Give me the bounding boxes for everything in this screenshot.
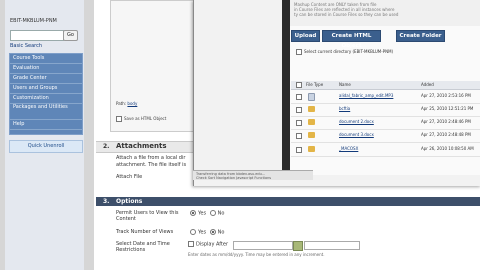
date-restrictions-label: Select Date and Time Restrictions xyxy=(116,241,170,253)
permit-view-no-radio[interactable] xyxy=(209,210,216,216)
select-all-checkbox[interactable] xyxy=(296,82,302,88)
menu-item-grade-center[interactable]: Grade Center xyxy=(10,74,82,84)
display-after-date-input[interactable] xyxy=(233,241,293,250)
status-text: Check Sort Navigation Javascript Functio… xyxy=(196,176,272,180)
create-html-object-button[interactable]: Create HTML Object xyxy=(322,30,381,49)
file-name-link[interactable]: document 2.docx xyxy=(339,119,374,124)
browser-status-bar: Transferring data from bbdev.asu.edu... … xyxy=(193,170,313,180)
menu-item-evaluation[interactable]: Evaluation xyxy=(10,64,82,74)
file-added-date: Apr 27, 2010 2:53:16 PM xyxy=(421,93,471,98)
menu-item-course-tools[interactable]: Course Tools xyxy=(10,54,82,64)
file-added-date: Apr 27, 2010 2:48:48 PM xyxy=(421,132,471,137)
no-label: No xyxy=(217,229,225,236)
save-html-object-label: Save as HTML Object xyxy=(124,116,167,121)
path-body-link[interactable]: body xyxy=(127,101,137,106)
editor-path: Path: body xyxy=(116,101,137,106)
file-row[interactable]: document 3.docx Apr 27, 2010 2:48:48 PM xyxy=(291,130,480,143)
create-folder-button[interactable]: Create Folder xyxy=(396,30,445,42)
permit-view-yes-radio[interactable] xyxy=(190,210,196,216)
column-name[interactable]: Name xyxy=(339,82,351,87)
file-row-checkbox[interactable] xyxy=(296,120,302,126)
file-browser-note: Mashup Content are ONLY taken from file … xyxy=(290,0,480,26)
course-id-label: EBIT-MKBLUM-PNM xyxy=(10,18,57,24)
yes-label: Yes xyxy=(198,229,207,236)
menu-item-customization[interactable]: Customization xyxy=(10,94,82,104)
file-row[interactable]: document 2.docx Apr 27, 2010 2:48:46 PM xyxy=(291,117,480,130)
select-current-directory[interactable]: Select current directory (EBIT-MKBLUM-PN… xyxy=(296,49,393,55)
file-row[interactable]: bcftia Apr 25, 2010 12:51:21 PM xyxy=(291,104,480,117)
file-name-link[interactable]: _MACOSX xyxy=(339,146,358,151)
select-current-directory-label: Select current directory (EBIT-MKBLUM-PN… xyxy=(304,49,394,54)
menu-item-help[interactable]: Help xyxy=(10,120,82,130)
display-after-option: Display After xyxy=(188,241,228,248)
section-number: 2. xyxy=(103,143,110,150)
attach-file-label: Attach File xyxy=(116,174,143,180)
attachments-description-2: attachment. The file itself is xyxy=(116,162,187,168)
display-after-time-input[interactable] xyxy=(304,241,360,250)
file-table-header: File Type Name Added xyxy=(291,81,480,90)
go-button[interactable]: Go xyxy=(63,30,78,41)
permit-view-label-line2: Content xyxy=(116,216,136,222)
track-views-label: Track Number of Views xyxy=(116,229,174,235)
date-format-note: Enter dates as mm/dd/yyyy. Time may be e… xyxy=(188,252,325,257)
display-after-checkbox[interactable] xyxy=(188,241,194,247)
file-row-checkbox[interactable] xyxy=(296,94,302,100)
file-row-checkbox[interactable] xyxy=(296,147,302,153)
save-html-object-option[interactable]: Save as HTML Object xyxy=(116,116,166,122)
file-name-link[interactable]: bcftia xyxy=(339,106,350,111)
options-section-header: 3. Options xyxy=(96,197,480,206)
section-title: Attachments xyxy=(116,142,167,150)
file-icon xyxy=(308,93,315,101)
no-label: No xyxy=(217,210,225,217)
display-after-label: Display After xyxy=(196,241,229,248)
track-views-no-radio[interactable] xyxy=(209,229,216,235)
track-views-yes-radio[interactable] xyxy=(190,229,196,235)
course-menu: Course Tools Evaluation Grade Center Use… xyxy=(9,53,83,135)
folder-icon xyxy=(308,132,315,138)
basic-search-link[interactable]: Basic Search xyxy=(10,43,42,49)
yes-label: Yes xyxy=(198,210,207,217)
select-current-directory-checkbox[interactable] xyxy=(296,49,302,55)
attachments-description-1: Attach a file from a local dir xyxy=(116,155,186,161)
permit-view-label: Permit Users to View this Content xyxy=(116,210,178,222)
section-title: Options xyxy=(116,198,143,205)
path-label: Path: xyxy=(116,101,127,106)
folder-icon xyxy=(308,119,315,125)
course-search-input[interactable] xyxy=(10,30,64,41)
file-name-link[interactable]: alidal_fabric_amp_edit.MP3 xyxy=(339,93,393,98)
text-editor-area[interactable] xyxy=(110,0,196,132)
save-html-object-checkbox[interactable] xyxy=(116,116,122,122)
file-row[interactable]: alidal_fabric_amp_edit.MP3 Apr 27, 2010 … xyxy=(291,91,480,104)
quick-unenroll-button[interactable]: Quick Unenroll xyxy=(9,140,83,153)
folder-icon xyxy=(308,146,315,152)
file-added-date: Apr 27, 2010 2:48:46 PM xyxy=(421,119,471,124)
upload-button[interactable]: Upload xyxy=(291,30,320,42)
menu-item-users-groups[interactable]: Users and Groups xyxy=(10,84,82,94)
file-name-link[interactable]: document 3.docx xyxy=(339,132,374,137)
column-added[interactable]: Added xyxy=(421,82,434,87)
section-number: 3. xyxy=(103,198,110,205)
folder-icon xyxy=(308,106,315,112)
file-row[interactable]: _MACOSX Apr 26, 2010 10:08:50 AM xyxy=(291,144,480,157)
file-row-checkbox[interactable] xyxy=(296,107,302,113)
track-views-radio-group: Yes No xyxy=(188,229,224,236)
file-added-date: Apr 26, 2010 10:08:50 AM xyxy=(421,146,474,151)
file-row-checkbox[interactable] xyxy=(296,133,302,139)
date-restrictions-line2: Restrictions xyxy=(116,247,146,253)
note-line: ty can be stored in Course Files so they… xyxy=(294,12,399,17)
file-added-date: Apr 25, 2010 12:51:21 PM xyxy=(421,106,474,111)
permit-view-radio-group: Yes No xyxy=(188,210,224,217)
calendar-icon[interactable] xyxy=(293,241,303,251)
menu-item-packages-utilities[interactable]: Packages and Utilities xyxy=(10,104,82,120)
column-file-type[interactable]: File Type xyxy=(306,82,323,87)
